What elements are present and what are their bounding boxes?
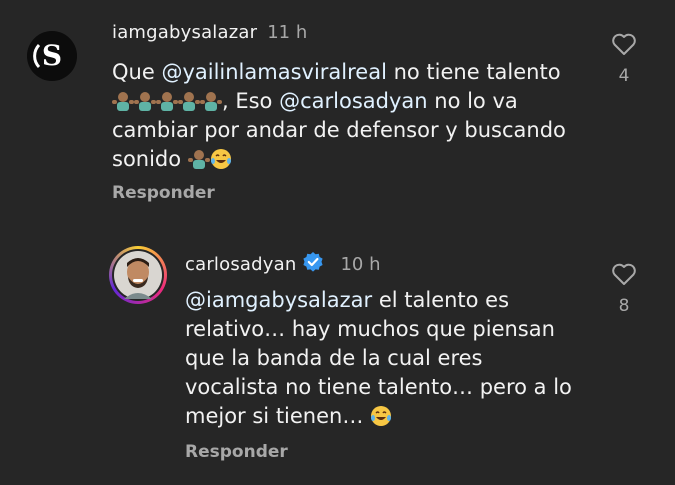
person-shrugging-emoji-icon [178,92,200,111]
mention-link[interactable]: @iamgabysalazar [185,288,372,312]
comment-text: Que @yailinlamasviralreal no tiene talen… [112,58,602,174]
brand-logo-icon: S [27,31,77,81]
text-segment: no lo va [427,89,518,113]
like-count: 8 [618,296,630,316]
verified-badge-icon [303,252,324,272]
laughing-tears-emoji-icon [371,406,392,426]
text-line: vocalista no tiene talento… pero a lo [185,375,572,399]
comment-header: iamgabysalazar 11 h [112,21,307,45]
avatar-letter: S [42,39,62,72]
text-segment: Que [112,60,162,84]
comment-text: @iamgabysalazar el talento es relativo… … [185,286,605,431]
person-photo-icon [114,251,162,299]
text-line: relativo… hay muchos que piensan [185,317,555,341]
comment-2: carlosadyan 10 h @iamgabysalazar el talen… [0,240,675,480]
text-segment: , Eso [222,89,280,113]
person-shrugging-emoji-icon [200,92,222,111]
reply-button[interactable]: Responder [112,183,215,203]
heart-icon[interactable] [611,262,637,286]
mention-link[interactable]: @carlosadyan [279,89,427,113]
text-line: @iamgabysalazar el talento es [185,286,605,315]
timestamp: 10 h [340,254,381,275]
avatar[interactable] [109,246,167,304]
timestamp: 11 h [267,22,308,43]
text-line: que la banda de la cual eres [185,346,483,370]
text-line: cambiar por andar de defensor y buscando [112,118,566,142]
text-segment: sonido [112,147,188,171]
text-line: sonido [112,145,602,174]
heart-icon[interactable] [611,32,637,56]
comment-1: S iamgabysalazar 11 h Que @yailinlamasvir… [0,0,675,230]
text-segment: mejor si tienen… [185,404,371,428]
like-count: 4 [618,66,630,86]
person-shrugging-emoji-icon [156,92,178,111]
text-segment: el talento es [372,288,510,312]
person-shrugging-emoji-icon [134,92,156,111]
text-line: mejor si tienen… [185,402,605,431]
username[interactable]: carlosadyan [185,254,296,275]
mention-link[interactable]: @yailinlamasviralreal [161,60,386,84]
text-line: Que @yailinlamasviralreal no tiene talen… [112,58,602,87]
person-shrugging-emoji-icon [187,150,210,169]
laughing-tears-emoji-icon [210,149,231,169]
comment-header: carlosadyan 10 h [185,251,381,277]
username[interactable]: iamgabysalazar [112,22,257,43]
avatar-photo [112,249,164,301]
like-control: 4 [604,32,644,86]
reply-button[interactable]: Responder [185,442,288,462]
person-shrugging-emoji-icon [112,92,134,111]
text-segment: no tiene talento [386,60,561,84]
avatar[interactable]: S [27,31,77,81]
text-line: , Eso @carlosadyan no lo va [112,87,602,116]
like-control: 8 [604,262,644,316]
